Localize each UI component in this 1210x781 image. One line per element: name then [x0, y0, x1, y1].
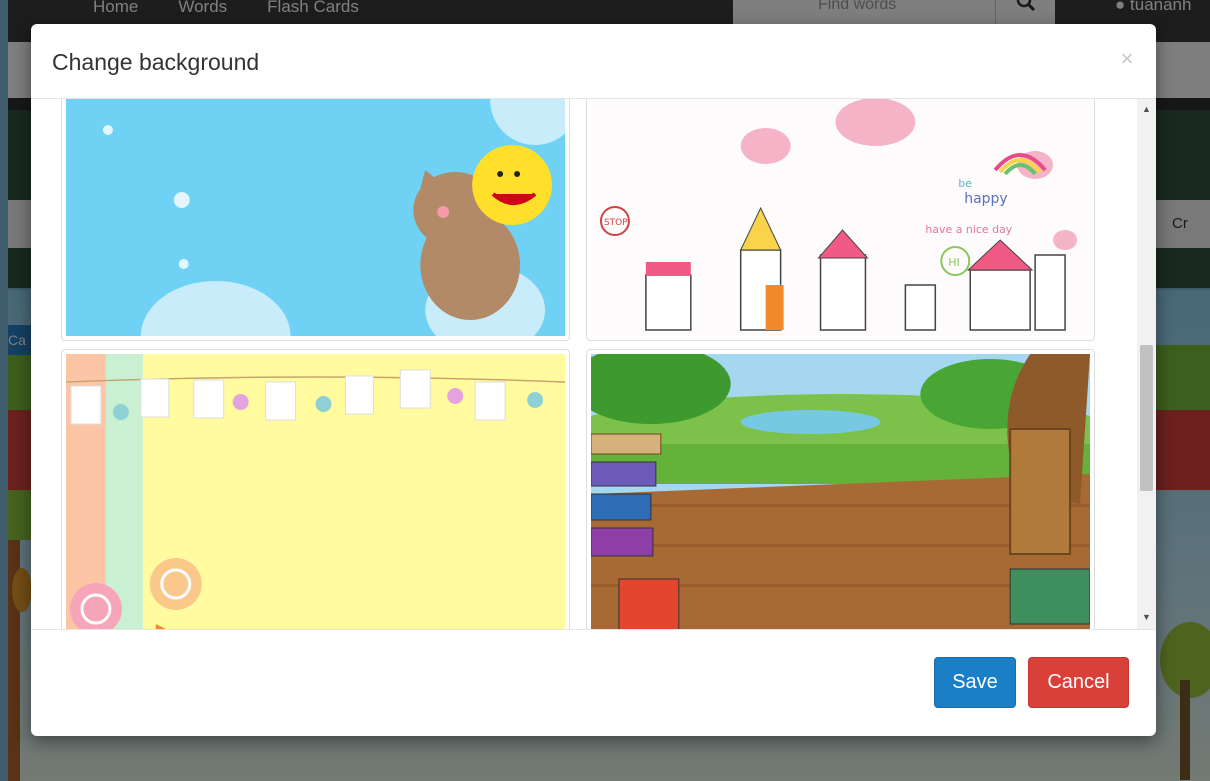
- town-text-hi: HI: [948, 256, 959, 269]
- town-text-stop: STOP: [604, 218, 628, 228]
- scroll-thumb[interactable]: [1140, 345, 1153, 491]
- pink-town-image: be happy have a nice day HI STOP: [591, 99, 1090, 336]
- background-grid: be happy have a nice day HI STOP: [61, 99, 1103, 629]
- background-thumbnail-forest[interactable]: [586, 349, 1095, 629]
- modal-footer: Save Cancel: [31, 630, 1156, 736]
- clothesline-image: [66, 354, 565, 629]
- save-button[interactable]: Save: [934, 657, 1016, 708]
- background-thumbnail-clothesline[interactable]: [61, 349, 570, 629]
- bear-balloon-image: [66, 99, 565, 336]
- town-text-happy: happy: [964, 191, 1007, 207]
- scroll-down-arrow-icon[interactable]: ▼: [1137, 609, 1156, 626]
- modal-body: be happy have a nice day HI STOP ▲ ▼: [31, 99, 1156, 630]
- change-background-dialog: Change background × be happy have a nice…: [31, 24, 1156, 736]
- forest-books-image: [591, 354, 1090, 629]
- close-button[interactable]: ×: [1117, 46, 1137, 71]
- modal-title: Change background: [52, 49, 260, 75]
- background-thumbnail-town[interactable]: be happy have a nice day HI STOP: [586, 99, 1095, 341]
- modal-scrollbar[interactable]: ▲ ▼: [1137, 99, 1156, 629]
- town-text-be: be: [958, 177, 972, 190]
- background-thumbnail-bear[interactable]: [61, 99, 570, 341]
- modal-header: Change background ×: [31, 24, 1156, 99]
- scroll-up-arrow-icon[interactable]: ▲: [1137, 101, 1156, 118]
- town-text-nice-day: have a nice day: [925, 223, 1012, 236]
- cancel-button[interactable]: Cancel: [1028, 657, 1129, 708]
